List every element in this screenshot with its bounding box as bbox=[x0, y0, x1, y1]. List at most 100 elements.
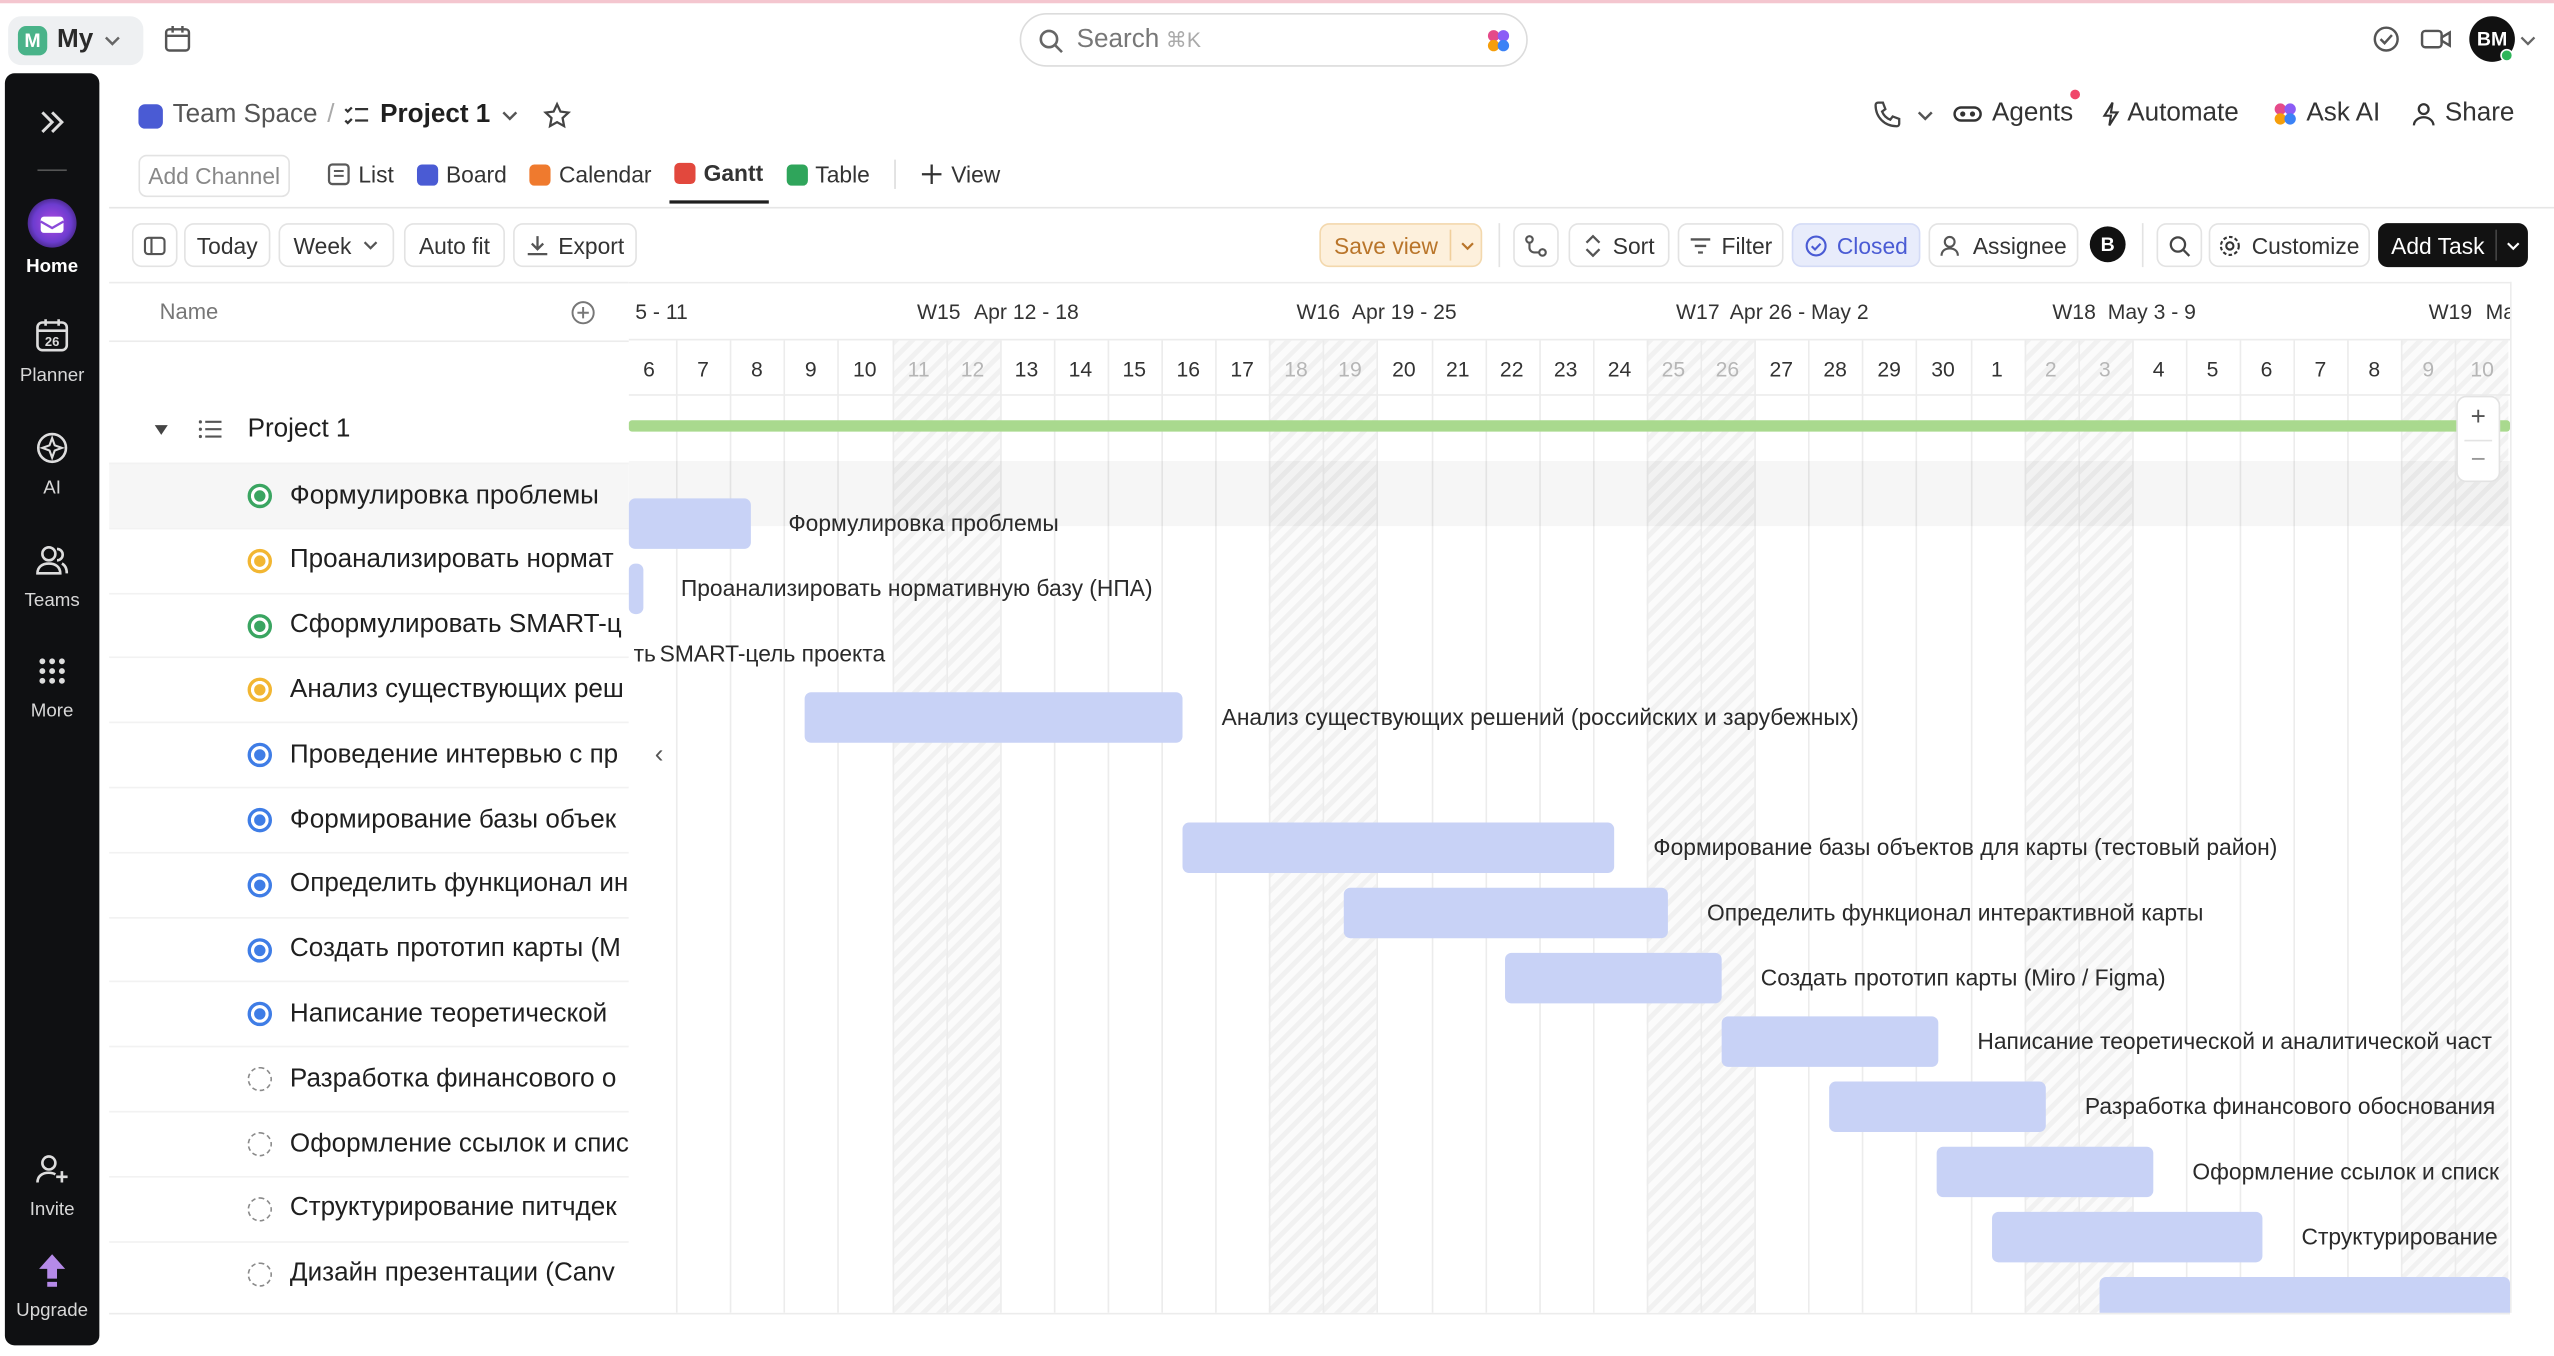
task-bar-label: Формулировка проблемы bbox=[788, 509, 1059, 536]
add-column-icon[interactable] bbox=[570, 300, 596, 326]
chevron-down-icon[interactable] bbox=[1915, 106, 1935, 126]
chevron-down-icon[interactable] bbox=[2505, 238, 2521, 254]
export-button[interactable]: Export bbox=[513, 223, 637, 268]
task-check-icon[interactable] bbox=[2372, 24, 2401, 53]
tab-board[interactable]: Board bbox=[412, 145, 512, 204]
video-icon[interactable] bbox=[2420, 24, 2453, 53]
tab-table[interactable]: Table bbox=[781, 145, 875, 204]
day-number: 30 bbox=[1931, 355, 1955, 381]
share-button[interactable]: Share bbox=[2411, 96, 2514, 132]
task-row[interactable]: Создать прототип карты (M bbox=[109, 916, 629, 981]
status-icon[interactable] bbox=[247, 548, 273, 574]
task-row[interactable]: Разработка финансового о bbox=[109, 1046, 629, 1111]
status-icon[interactable] bbox=[247, 872, 273, 898]
chevron-down-icon[interactable] bbox=[500, 106, 520, 126]
task-bar[interactable] bbox=[628, 498, 751, 549]
week-select[interactable]: Week bbox=[278, 223, 395, 268]
sidebar-item-ai[interactable]: AI bbox=[5, 427, 99, 498]
workspace-switcher[interactable]: M My bbox=[8, 16, 144, 66]
status-icon[interactable] bbox=[247, 1261, 273, 1287]
save-view-button[interactable]: Save view bbox=[1319, 223, 1483, 268]
search-bar[interactable]: Search ⌘K bbox=[1019, 13, 1528, 67]
sidebar-item-planner[interactable]: 26 Planner bbox=[5, 314, 99, 386]
today-button[interactable]: Today bbox=[184, 223, 271, 268]
closed-filter-button[interactable]: Closed bbox=[1791, 223, 1921, 268]
zoom-out-button[interactable]: − bbox=[2458, 443, 2499, 479]
task-bar[interactable] bbox=[2099, 1276, 2511, 1313]
task-row[interactable]: Анализ существующих реш bbox=[109, 657, 629, 722]
task-bar[interactable] bbox=[1992, 1211, 2263, 1263]
assignee-initial: B bbox=[2100, 232, 2115, 256]
sidebar-item-teams[interactable]: Teams bbox=[5, 539, 99, 611]
status-icon[interactable] bbox=[247, 483, 273, 509]
tab-calendar[interactable]: Calendar bbox=[525, 145, 657, 204]
ai-sparkle-icon[interactable] bbox=[1485, 28, 1511, 54]
task-bar-label: Определить функционал интерактивной карт… bbox=[1707, 898, 2204, 925]
ask-ai-button[interactable]: Ask AI bbox=[2272, 96, 2380, 132]
status-icon[interactable] bbox=[247, 743, 273, 768]
task-row[interactable]: Оформление ссылок и спис bbox=[109, 1110, 629, 1176]
task-row[interactable]: Формулировка проблемы bbox=[109, 462, 629, 528]
day-number: 13 bbox=[1014, 355, 1039, 381]
sidebar-item-home[interactable]: Home bbox=[5, 198, 99, 277]
filter-button[interactable]: Filter bbox=[1677, 223, 1784, 268]
task-row[interactable]: Проведение интервью с пр bbox=[109, 721, 629, 787]
task-row[interactable]: Структурирование питчдек bbox=[109, 1175, 629, 1241]
task-row[interactable]: Определить функционал ин bbox=[109, 851, 629, 917]
zoom-in-button[interactable]: + bbox=[2458, 401, 2499, 437]
task-bar[interactable] bbox=[1721, 1017, 1939, 1068]
phone-icon[interactable] bbox=[1873, 99, 1902, 128]
status-icon[interactable] bbox=[247, 1067, 273, 1092]
status-icon[interactable] bbox=[247, 807, 273, 833]
sort-button[interactable]: Sort bbox=[1568, 223, 1670, 268]
group-row[interactable]: Project 1 bbox=[109, 397, 629, 462]
caret-down-icon[interactable] bbox=[153, 423, 169, 436]
status-icon[interactable] bbox=[247, 613, 273, 638]
task-bar[interactable] bbox=[1936, 1146, 2154, 1198]
assignee-avatar[interactable]: B bbox=[2089, 226, 2126, 263]
toggle-sidebar-button[interactable] bbox=[131, 223, 178, 268]
agents-button[interactable]: Agents bbox=[1953, 96, 2073, 132]
add-view-button[interactable]: View bbox=[915, 145, 1005, 204]
auto-fit-button[interactable]: Auto fit bbox=[403, 223, 505, 268]
task-row[interactable]: Дизайн презентации (Canv bbox=[109, 1240, 629, 1305]
expand-sidebar-icon[interactable] bbox=[37, 109, 66, 135]
status-icon[interactable] bbox=[247, 1196, 273, 1222]
dependencies-button[interactable] bbox=[1513, 223, 1559, 268]
task-bar-label: Формирование базы объектов для карты (те… bbox=[1653, 833, 2278, 861]
chevron-down-icon[interactable] bbox=[2520, 33, 2536, 49]
collapse-arrow[interactable]: ‹ bbox=[655, 741, 664, 770]
customize-button[interactable]: Customize bbox=[2208, 223, 2370, 268]
project-summary-bar[interactable] bbox=[628, 420, 2511, 432]
assignee-button[interactable]: Assignee bbox=[1928, 223, 2079, 268]
tab-gantt[interactable]: Gantt bbox=[669, 145, 769, 204]
breadcrumb-project[interactable]: Project 1 bbox=[380, 101, 490, 130]
status-icon[interactable] bbox=[247, 937, 273, 962]
star-icon[interactable] bbox=[542, 101, 571, 130]
add-channel-button[interactable]: Add Channel bbox=[138, 154, 290, 198]
status-icon[interactable] bbox=[247, 1132, 273, 1157]
sidebar-item-invite[interactable]: Invite bbox=[5, 1148, 99, 1220]
add-task-button[interactable]: Add Task bbox=[2378, 223, 2528, 268]
sidebar-item-upgrade[interactable]: Upgrade bbox=[5, 1249, 99, 1321]
search-tasks-button[interactable] bbox=[2156, 223, 2203, 268]
status-icon[interactable] bbox=[247, 1002, 273, 1027]
tab-list[interactable]: List bbox=[323, 145, 399, 204]
task-bar[interactable] bbox=[1829, 1081, 2046, 1133]
task-bar[interactable] bbox=[804, 692, 1183, 744]
task-bar[interactable] bbox=[1343, 887, 1668, 938]
task-bar[interactable] bbox=[1182, 822, 1615, 874]
task-row[interactable]: Сформулировать SMART-ц bbox=[109, 592, 629, 657]
calendar-icon[interactable] bbox=[163, 24, 192, 53]
sidebar-item-more[interactable]: More bbox=[5, 650, 99, 722]
task-row[interactable]: Написание теоретической bbox=[109, 981, 629, 1046]
task-bar[interactable] bbox=[628, 563, 644, 614]
chevron-down-icon[interactable] bbox=[1459, 238, 1475, 254]
sidebar-item-label: Home bbox=[26, 257, 79, 277]
automate-button[interactable]: Automate bbox=[2101, 96, 2239, 132]
task-bar[interactable] bbox=[1505, 952, 1722, 1003]
task-row[interactable]: Проанализировать нормат bbox=[109, 527, 629, 592]
breadcrumb-space[interactable]: Team Space bbox=[173, 101, 318, 130]
status-icon[interactable] bbox=[247, 678, 273, 703]
task-row[interactable]: Формирование базы объек bbox=[109, 786, 629, 852]
